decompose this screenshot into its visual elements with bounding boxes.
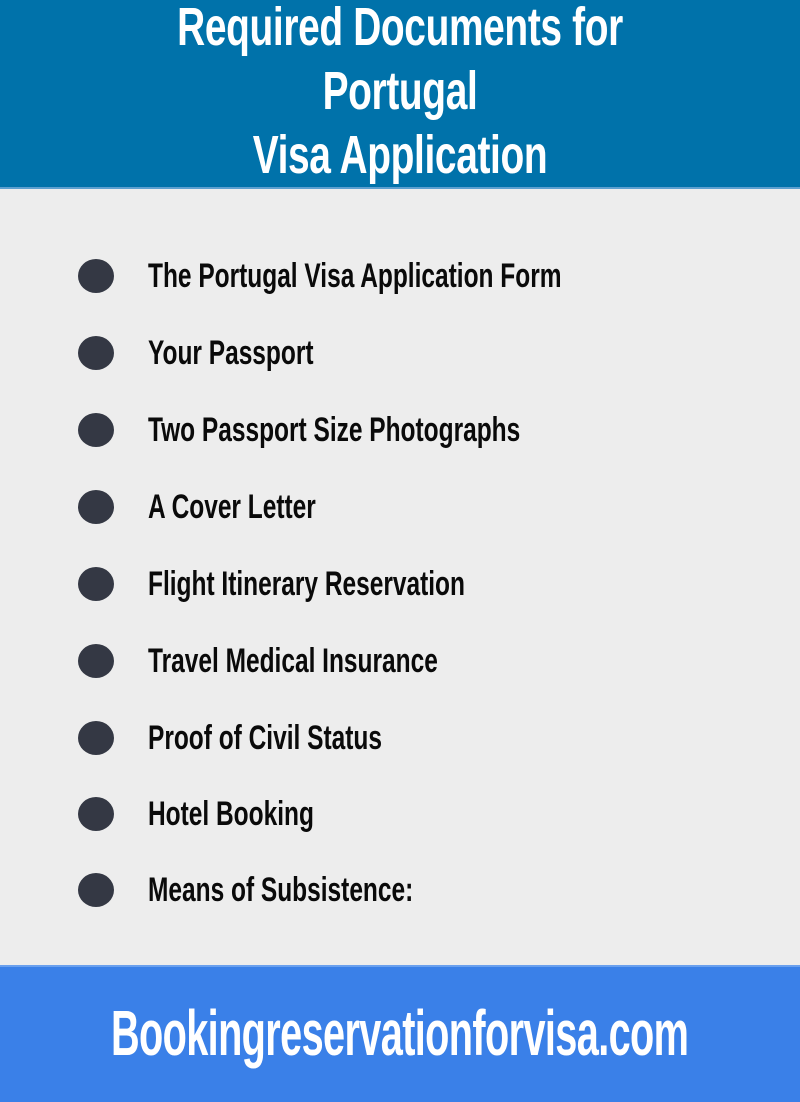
- bullet-dot-icon: [78, 413, 114, 447]
- list-item-label: The Portugal Visa Application Form: [148, 256, 562, 295]
- list-item: A Cover Letter: [78, 482, 381, 532]
- list-item-label: Flight Itinerary Reservation: [148, 564, 465, 603]
- list-item: Means of Subsistence:: [78, 865, 516, 915]
- page-title: Required Documents for Portugal Visa App…: [112, 0, 688, 187]
- documents-list: The Portugal Visa Application Form Your …: [0, 189, 800, 965]
- title-line-1: Required Documents for Portugal: [177, 0, 623, 121]
- list-item-label: Proof of Civil Status: [148, 718, 382, 757]
- bullet-dot-icon: [78, 336, 114, 370]
- list-item: Proof of Civil Status: [78, 713, 473, 763]
- list-item-label: A Cover Letter: [148, 487, 316, 526]
- bullet-dot-icon: [78, 644, 114, 678]
- header-banner: Required Documents for Portugal Visa App…: [0, 0, 800, 189]
- list-item: Two Passport Size Photographs: [78, 405, 665, 455]
- list-item: Hotel Booking: [78, 789, 378, 839]
- list-item-label: Your Passport: [148, 333, 314, 372]
- bullet-dot-icon: [78, 721, 114, 755]
- list-item-label: Travel Medical Insurance: [148, 641, 438, 680]
- title-line-2: Visa Application: [252, 124, 548, 185]
- bullet-dot-icon: [78, 797, 114, 831]
- list-item-label: Means of Subsistence:: [148, 870, 414, 909]
- list-item: The Portugal Visa Application Form: [78, 251, 722, 301]
- bullet-dot-icon: [78, 490, 114, 524]
- bullet-dot-icon: [78, 259, 114, 293]
- bullet-dot-icon: [78, 567, 114, 601]
- list-item: Your Passport: [78, 328, 378, 378]
- list-item: Flight Itinerary Reservation: [78, 559, 588, 609]
- bullet-dot-icon: [78, 873, 114, 907]
- footer-banner: Bookingreservationforvisa.com: [0, 965, 800, 1102]
- list-item-label: Hotel Booking: [148, 794, 314, 833]
- list-item: Travel Medical Insurance: [78, 636, 551, 686]
- list-item-label: Two Passport Size Photographs: [148, 410, 521, 449]
- website-link[interactable]: Bookingreservationforvisa.com: [111, 996, 689, 1070]
